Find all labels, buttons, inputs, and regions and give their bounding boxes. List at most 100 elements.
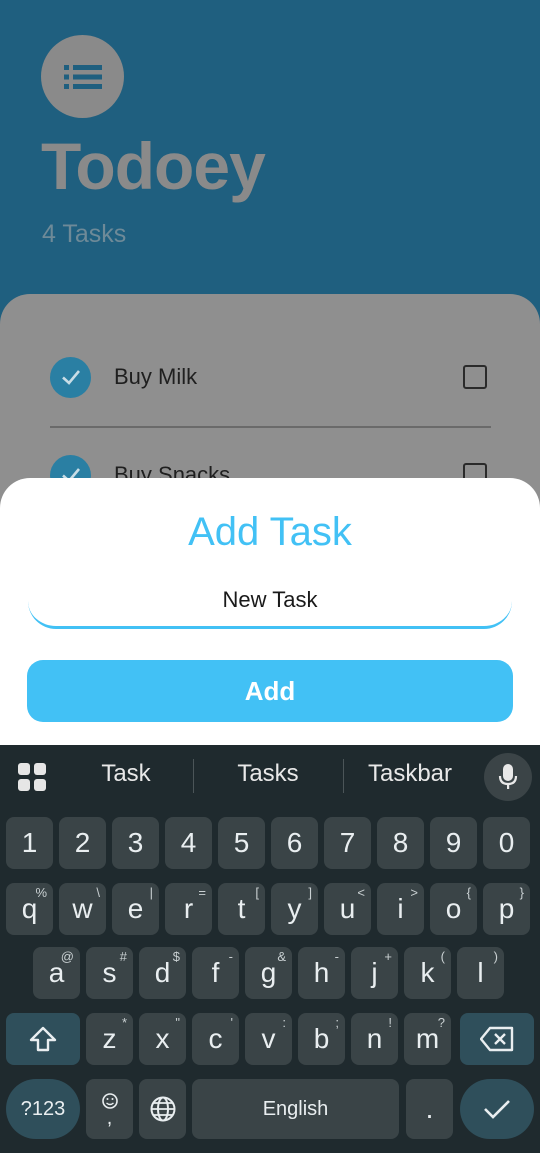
key-alt-label: " — [175, 1015, 180, 1030]
microphone-icon — [498, 764, 518, 789]
enter-key[interactable] — [460, 1079, 534, 1139]
suggestion-divider — [343, 759, 344, 793]
key[interactable]: 5 — [218, 817, 265, 869]
task-label: Buy Milk — [114, 364, 198, 389]
key-label: p — [498, 893, 515, 924]
key-alt-label: ( — [440, 949, 445, 964]
key-alt-label: * — [121, 1015, 127, 1030]
suggestion-2[interactable]: Tasks — [214, 760, 322, 788]
key[interactable]: 6 — [271, 817, 318, 869]
key[interactable]: g & — [245, 947, 292, 999]
key[interactable]: j + — [351, 947, 398, 999]
key-label: h — [313, 957, 330, 988]
key[interactable]: p} — [483, 883, 530, 935]
task-count: 4 Tasks — [42, 220, 127, 248]
key[interactable]: a @ — [33, 947, 80, 999]
key[interactable]: 9 — [430, 817, 477, 869]
suggestion-bar: Task Tasks Taskbar — [0, 745, 540, 805]
list-item[interactable]: Buy Milk — [50, 352, 490, 402]
key-label: n — [366, 1023, 383, 1054]
divider — [50, 426, 491, 428]
microphone-button[interactable] — [484, 753, 532, 801]
backspace-key[interactable] — [460, 1013, 534, 1065]
key[interactable]: 3 — [112, 817, 159, 869]
key-alt-label: ; — [335, 1015, 339, 1030]
key-alt-label: | — [149, 885, 153, 900]
key[interactable]: f- — [192, 947, 239, 999]
key[interactable]: w \ — [59, 883, 106, 935]
key-label: 4 — [180, 827, 197, 858]
key-label: d — [154, 957, 171, 988]
key[interactable]: b; — [298, 1013, 345, 1065]
key-alt-label: > — [410, 885, 418, 900]
symbols-key[interactable]: ?123 — [6, 1079, 80, 1139]
key[interactable]: 2 — [59, 817, 106, 869]
key-label: c — [208, 1023, 223, 1054]
key-alt-label: } — [519, 885, 524, 900]
key[interactable]: h- — [298, 947, 345, 999]
shift-icon — [29, 1026, 57, 1052]
list-icon — [63, 64, 102, 89]
add-task-sheet: Add Task Add — [0, 478, 540, 748]
key[interactable]: z * — [86, 1013, 133, 1065]
period-key[interactable]: . — [406, 1079, 453, 1139]
key-label: w — [72, 893, 93, 924]
app-title: Todoey — [41, 129, 266, 203]
key[interactable]: 7 — [324, 817, 371, 869]
checkmark-icon — [50, 356, 91, 398]
key[interactable]: 8 — [377, 817, 424, 869]
key[interactable]: o{ — [430, 883, 477, 935]
key-label: i — [397, 893, 404, 924]
key[interactable]: r = — [165, 883, 212, 935]
key[interactable]: u < — [324, 883, 371, 935]
key-label: y — [287, 893, 302, 924]
key-alt-label: % — [35, 885, 47, 900]
key-alt-label: ' — [230, 1015, 233, 1030]
app-header: Todoey 4 Tasks — [0, 0, 540, 330]
key-label: b — [313, 1023, 330, 1054]
key-label: 0 — [498, 827, 515, 858]
emoji-key[interactable]: , — [86, 1079, 133, 1139]
key[interactable]: m? — [404, 1013, 451, 1065]
key[interactable]: s # — [86, 947, 133, 999]
key[interactable]: y] — [271, 883, 318, 935]
key[interactable]: t[ — [218, 883, 265, 935]
shift-key[interactable] — [6, 1013, 80, 1065]
key[interactable]: k( — [404, 947, 451, 999]
key-label: 6 — [286, 827, 303, 858]
suggestion-3[interactable]: Taskbar — [355, 760, 465, 788]
globe-icon — [150, 1096, 175, 1122]
key-label: r — [183, 893, 194, 924]
key-label: s — [102, 957, 117, 988]
key[interactable]: e | — [112, 883, 159, 935]
add-button[interactable]: Add — [27, 660, 513, 722]
key-label: e — [127, 893, 144, 924]
key[interactable]: x " — [139, 1013, 186, 1065]
key[interactable]: 4 — [165, 817, 212, 869]
key-label: o — [445, 893, 462, 924]
task-input[interactable] — [28, 573, 512, 629]
key[interactable]: d $ — [139, 947, 186, 999]
key-alt-label: - — [334, 949, 339, 964]
key-label: 1 — [21, 827, 38, 858]
key[interactable]: n! — [351, 1013, 398, 1065]
suggestion-1[interactable]: Task — [78, 760, 174, 788]
task-checkbox[interactable] — [463, 365, 487, 389]
key[interactable]: 1 — [6, 817, 53, 869]
key-label: f — [211, 957, 220, 988]
key-alt-label: $ — [172, 949, 180, 964]
menu-button[interactable] — [41, 35, 124, 118]
apps-grid-icon[interactable] — [18, 763, 46, 791]
key-label: 2 — [74, 827, 91, 858]
sheet-title: Add Task — [188, 510, 352, 554]
key-label: z — [102, 1023, 117, 1054]
key[interactable]: c ' — [192, 1013, 239, 1065]
space-key[interactable]: English — [192, 1079, 399, 1139]
key[interactable]: 0 — [483, 817, 530, 869]
key[interactable]: i > — [377, 883, 424, 935]
language-key[interactable] — [139, 1079, 186, 1139]
key[interactable]: l) — [457, 947, 504, 999]
key[interactable]: q% — [6, 883, 53, 935]
key[interactable]: v: — [245, 1013, 292, 1065]
key-alt-label: # — [119, 949, 127, 964]
